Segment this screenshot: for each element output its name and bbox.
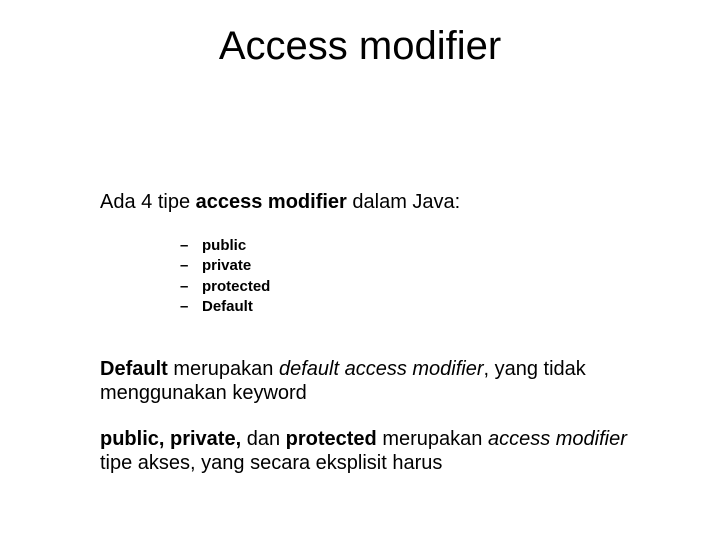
slide: Access modifier Ada 4 tipe access modifi…	[0, 0, 720, 540]
list-item-label: Default	[202, 297, 253, 317]
p1-italic: default access modifier	[279, 358, 484, 380]
p2-bold1: public, private,	[100, 428, 247, 450]
p1-bold: Default	[100, 358, 168, 380]
list-item: – private	[180, 256, 660, 276]
intro-text-pre: Ada 4 tipe	[100, 191, 196, 213]
paragraph-explicit: public, private, dan protected merupakan…	[100, 427, 660, 475]
modifier-list: – public – private – protected – Default	[180, 236, 660, 317]
paragraph-default: Default merupakan default access modifie…	[100, 357, 660, 405]
list-item-label: public	[202, 236, 246, 256]
bullet-dash: –	[180, 236, 202, 256]
p2-italic: access modifier	[488, 428, 627, 450]
p2-t6: tipe akses, yang secara eksplisit harus	[100, 452, 442, 474]
intro-text-bold: access modifier	[196, 191, 347, 213]
intro-line: Ada 4 tipe access modifier dalam Java:	[100, 190, 660, 214]
list-item: – Default	[180, 297, 660, 317]
bullet-dash: –	[180, 277, 202, 297]
list-item-label: private	[202, 256, 251, 276]
slide-body: Ada 4 tipe access modifier dalam Java: –…	[100, 190, 660, 497]
bullet-dash: –	[180, 256, 202, 276]
list-item: – protected	[180, 277, 660, 297]
list-item-label: protected	[202, 277, 270, 297]
list-item: – public	[180, 236, 660, 256]
p2-bold2: protected	[280, 428, 382, 450]
intro-text-post: dalam Java:	[347, 191, 460, 213]
p1-t2: merupakan	[168, 358, 279, 380]
slide-title: Access modifier	[0, 24, 720, 69]
bullet-dash: –	[180, 297, 202, 317]
p2-t4: merupakan	[382, 428, 488, 450]
p2-t2: dan	[247, 428, 280, 450]
